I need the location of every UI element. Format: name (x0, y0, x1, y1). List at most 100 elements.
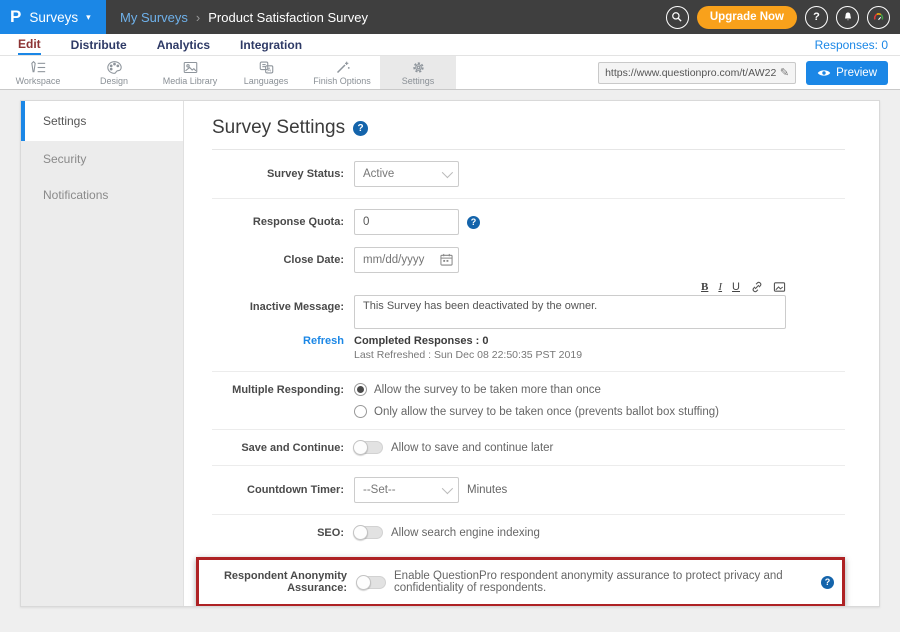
tool-tab-settings[interactable]: Settings (380, 56, 456, 89)
gear-icon (410, 60, 427, 75)
anonymity-label: Respondent Anonymity Assurance: (207, 570, 347, 594)
account-usage-button[interactable] (867, 6, 890, 29)
notifications-button[interactable] (836, 6, 859, 29)
radio-checked-icon[interactable] (354, 383, 367, 396)
sidebar-item-security[interactable]: Security (21, 141, 183, 177)
chevron-down-icon (442, 483, 453, 494)
refresh-label-col: Refresh (212, 335, 344, 347)
help-button[interactable]: ? (805, 6, 828, 29)
link-icon[interactable] (750, 281, 763, 293)
tab-distribute[interactable]: Distribute (71, 36, 127, 54)
seo-toggle[interactable] (354, 526, 383, 539)
refresh-link[interactable]: Refresh (303, 335, 344, 347)
search-icon (671, 11, 683, 23)
row-survey-status: Survey Status: Active (212, 150, 845, 199)
tool-label-languages: Languages (244, 76, 289, 86)
settings-sidebar: Settings Security Notifications (21, 101, 184, 606)
countdown-timer-label: Countdown Timer: (212, 484, 344, 496)
breadcrumb: My Surveys › Product Satisfaction Survey (106, 0, 666, 34)
countdown-timer-suffix: Minutes (467, 484, 507, 496)
insert-image-icon[interactable] (773, 281, 786, 293)
last-refreshed-text: Last Refreshed : Sun Dec 08 22:50:35 PST… (354, 349, 582, 361)
richtext-toolbar: B I U (354, 281, 786, 295)
sidebar-item-notifications[interactable]: Notifications (21, 177, 183, 213)
breadcrumb-separator: › (196, 10, 200, 25)
radio-option-once-label: Only allow the survey to be taken once (… (374, 406, 719, 418)
underline-button[interactable]: U (732, 281, 740, 293)
usage-gauge-icon (872, 11, 885, 24)
countdown-timer-select[interactable]: --Set-- (354, 477, 459, 503)
tool-tab-design[interactable]: Design (76, 56, 152, 89)
product-menu[interactable]: P Surveys ▾ (0, 0, 106, 34)
toggle-knob (353, 525, 368, 540)
radio-option-multiple[interactable]: Allow the survey to be taken more than o… (354, 383, 601, 396)
toolbar-right: https://www.questionpro.com/t/AW22Zf4yf … (598, 56, 900, 89)
response-quota-help-icon[interactable]: ? (467, 216, 480, 229)
completed-responses-text: Completed Responses : 0 (354, 335, 488, 347)
tool-tab-finish-options[interactable]: Finish Options (304, 56, 380, 89)
anonymity-toggle[interactable] (357, 576, 386, 589)
preview-button[interactable]: Preview (806, 61, 888, 85)
header-actions: Upgrade Now ? (666, 0, 900, 34)
responses-count[interactable]: Responses: 0 (815, 38, 888, 52)
survey-settings-help-icon[interactable]: ? (353, 121, 368, 136)
response-quota-input[interactable] (354, 209, 459, 235)
bold-button[interactable]: B (701, 281, 708, 293)
upgrade-now-button[interactable]: Upgrade Now (697, 6, 797, 29)
survey-status-label: Survey Status: (212, 168, 344, 180)
product-menu-label: Surveys (29, 10, 78, 25)
media-library-icon (182, 60, 199, 75)
edit-toolbar: Workspace Design Media Library A Languag… (0, 55, 900, 90)
save-and-continue-text: Allow to save and continue later (391, 442, 553, 454)
questionpro-logo-icon: P (10, 7, 21, 27)
inactive-message-label: Inactive Message: (212, 281, 344, 313)
row-seo: SEO: Allow search engine indexing (212, 515, 845, 550)
save-and-continue-label: Save and Continue: (212, 442, 344, 454)
tab-edit[interactable]: Edit (18, 35, 41, 55)
breadcrumb-my-surveys[interactable]: My Surveys (120, 10, 188, 25)
workspace-icon (30, 60, 47, 75)
row-close-date: Close Date: (212, 241, 845, 279)
row-inactive-message: Inactive Message: B I U (212, 279, 845, 333)
eye-icon (817, 68, 831, 78)
sidebar-item-settings[interactable]: Settings (21, 101, 183, 141)
italic-button[interactable]: I (718, 281, 722, 293)
bell-icon (842, 11, 854, 23)
save-and-continue-toggle[interactable] (354, 441, 383, 454)
chevron-down-icon (442, 167, 453, 178)
calendar-icon[interactable] (440, 253, 453, 266)
page-title-row: Survey Settings ? (212, 101, 845, 150)
anonymity-help-icon[interactable]: ? (821, 576, 834, 589)
tool-label-design: Design (100, 76, 128, 86)
page-title: Survey Settings (212, 117, 345, 139)
response-quota-label: Response Quota: (212, 216, 344, 228)
tool-label-settings: Settings (402, 76, 435, 86)
tool-tab-workspace[interactable]: Workspace (0, 56, 76, 89)
tool-tab-media-library[interactable]: Media Library (152, 56, 228, 89)
chevron-down-icon: ▾ (86, 12, 91, 23)
inactive-message-textarea[interactable]: This Survey has been deactivated by the … (354, 295, 786, 329)
anonymity-text: Enable QuestionPro respondent anonymity … (394, 570, 813, 594)
tool-label-media-library: Media Library (163, 76, 218, 86)
content-area: Settings Security Notifications Survey S… (0, 90, 900, 607)
palette-icon (106, 60, 123, 75)
svg-text:A: A (267, 67, 271, 73)
radio-option-multiple-label: Allow the survey to be taken more than o… (374, 384, 601, 396)
edit-url-icon[interactable]: ✎ (780, 66, 789, 79)
tab-analytics[interactable]: Analytics (157, 36, 210, 54)
countdown-timer-value: --Set-- (363, 484, 396, 496)
radio-option-once[interactable]: Only allow the survey to be taken once (… (354, 405, 719, 418)
tab-integration[interactable]: Integration (240, 36, 302, 54)
radio-unchecked-icon[interactable] (354, 405, 367, 418)
survey-status-value: Active (363, 168, 394, 180)
tool-tab-languages[interactable]: A Languages (228, 56, 304, 89)
toggle-knob (353, 440, 368, 455)
search-button[interactable] (666, 6, 689, 29)
close-date-label: Close Date: (212, 254, 344, 266)
survey-url-field[interactable]: https://www.questionpro.com/t/AW22Zf4yf … (598, 62, 796, 84)
app-header: P Surveys ▾ My Surveys › Product Satisfa… (0, 0, 900, 34)
row-countdown-timer: Countdown Timer: --Set-- Minutes (212, 466, 845, 515)
settings-main: Survey Settings ? Survey Status: Active … (184, 101, 879, 606)
survey-status-select[interactable]: Active (354, 161, 459, 187)
row-response-quota: Response Quota: ? (212, 199, 845, 241)
